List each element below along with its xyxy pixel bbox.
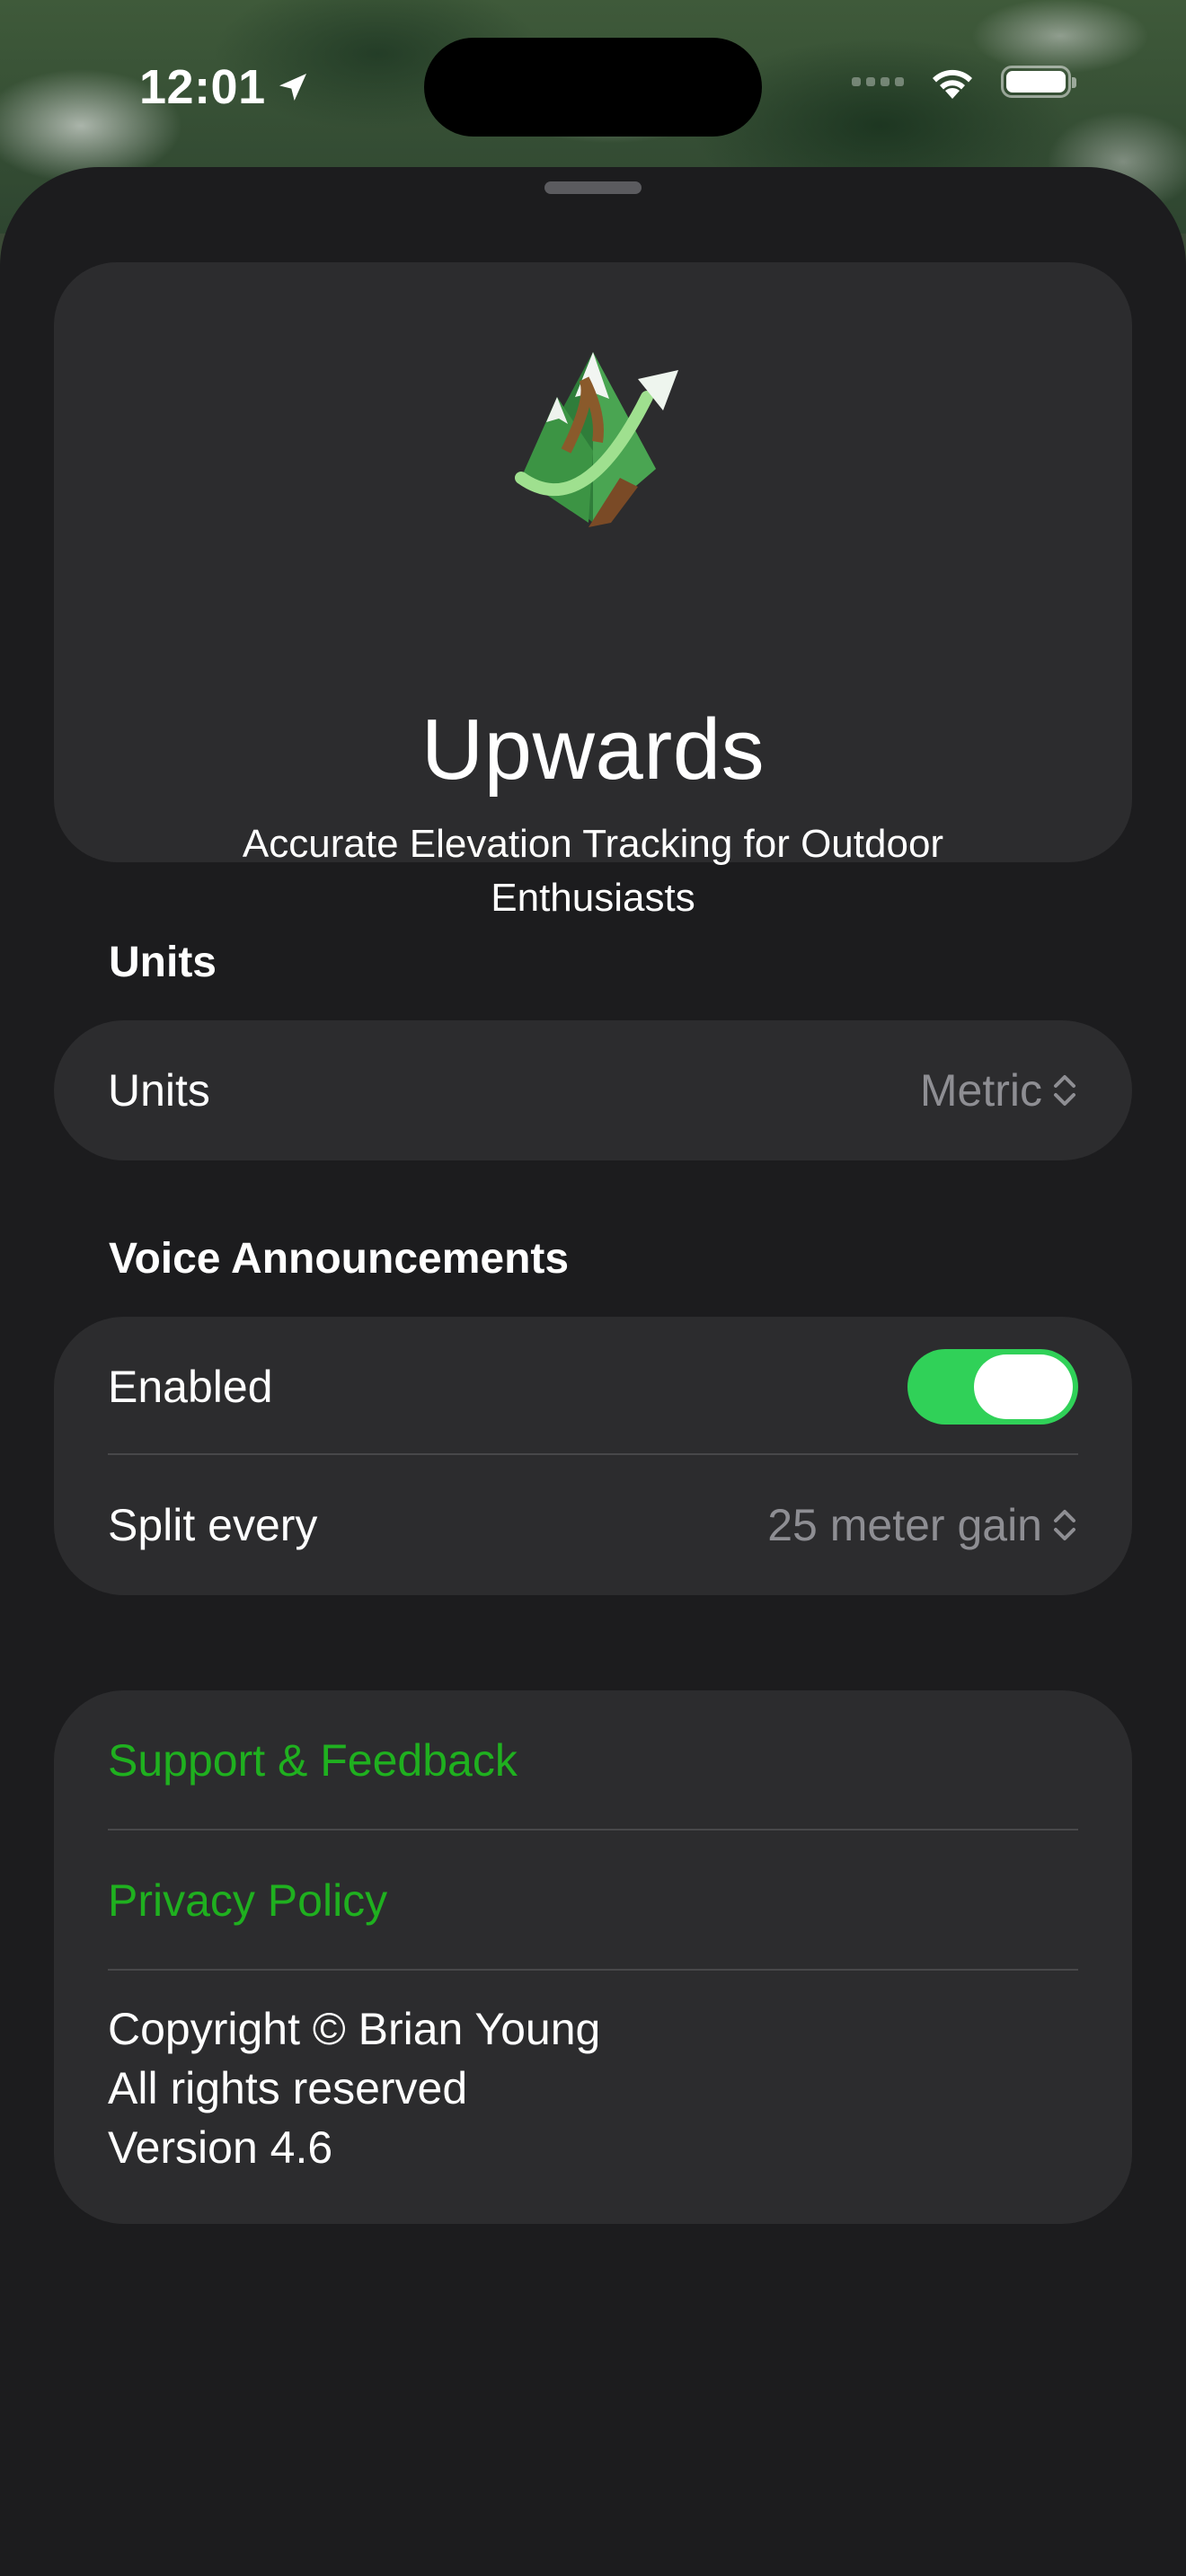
support-feedback-row[interactable]: Support & Feedback bbox=[54, 1690, 1132, 1831]
about-card: Support & Feedback Privacy Policy Copyri… bbox=[54, 1690, 1132, 2224]
status-indicators bbox=[852, 63, 1076, 101]
units-picker-row[interactable]: Units Metric bbox=[54, 1020, 1132, 1160]
enabled-label: Enabled bbox=[108, 1362, 273, 1412]
enabled-row: Enabled bbox=[54, 1317, 1132, 1457]
status-time: 12:01 bbox=[139, 59, 311, 115]
settings-sheet: Upwards Accurate Elevation Tracking for … bbox=[0, 167, 1186, 2576]
app-header-card: Upwards Accurate Elevation Tracking for … bbox=[54, 262, 1132, 920]
app-logo-icon bbox=[515, 352, 678, 527]
split-every-row[interactable]: Split every 25 meter gain bbox=[54, 1455, 1132, 1595]
units-row-label: Units bbox=[108, 1065, 210, 1116]
support-feedback-link[interactable]: Support & Feedback bbox=[108, 1734, 518, 1786]
cellular-signal-icon bbox=[852, 77, 904, 86]
units-card: Units Metric bbox=[54, 1020, 1132, 1160]
dynamic-island bbox=[424, 38, 762, 137]
rights-text: All rights reserved bbox=[108, 2063, 468, 2113]
split-every-picker[interactable]: 25 meter gain bbox=[767, 1499, 1078, 1551]
chevron-up-down-icon bbox=[1054, 1075, 1075, 1106]
app-tagline: Accurate Elevation Tracking for Outdoor … bbox=[242, 822, 944, 920]
status-bar: 12:01 bbox=[0, 0, 1186, 171]
copyright-text: Copyright © Brian Young bbox=[108, 2004, 601, 2054]
voice-section-header: Voice Announcements bbox=[109, 1235, 570, 1283]
units-section-header: Units bbox=[109, 939, 217, 986]
sheet-grabber[interactable] bbox=[544, 181, 642, 194]
app-name: Upwards bbox=[420, 701, 766, 798]
enabled-toggle[interactable] bbox=[907, 1349, 1078, 1425]
row-separator bbox=[108, 1969, 1078, 1971]
status-time-label: 12:01 bbox=[139, 60, 266, 114]
version-text: Version 4.6 bbox=[108, 2122, 333, 2173]
copyright-block: Copyright © Brian Young All rights reser… bbox=[108, 1999, 600, 2177]
units-picker[interactable]: Metric bbox=[920, 1064, 1078, 1116]
privacy-policy-row[interactable]: Privacy Policy bbox=[54, 1831, 1132, 1971]
units-picker-value: Metric bbox=[919, 1065, 1042, 1116]
split-every-value: 25 meter gain bbox=[767, 1500, 1042, 1550]
wifi-icon bbox=[933, 69, 972, 99]
voice-card: Enabled Split every 25 meter gain bbox=[54, 1317, 1132, 1595]
split-every-label: Split every bbox=[108, 1500, 318, 1550]
location-arrow-icon bbox=[279, 74, 306, 101]
battery-icon bbox=[1001, 66, 1076, 98]
toggle-knob bbox=[974, 1354, 1073, 1419]
chevron-up-down-icon bbox=[1054, 1510, 1075, 1540]
privacy-policy-link[interactable]: Privacy Policy bbox=[108, 1875, 387, 1927]
